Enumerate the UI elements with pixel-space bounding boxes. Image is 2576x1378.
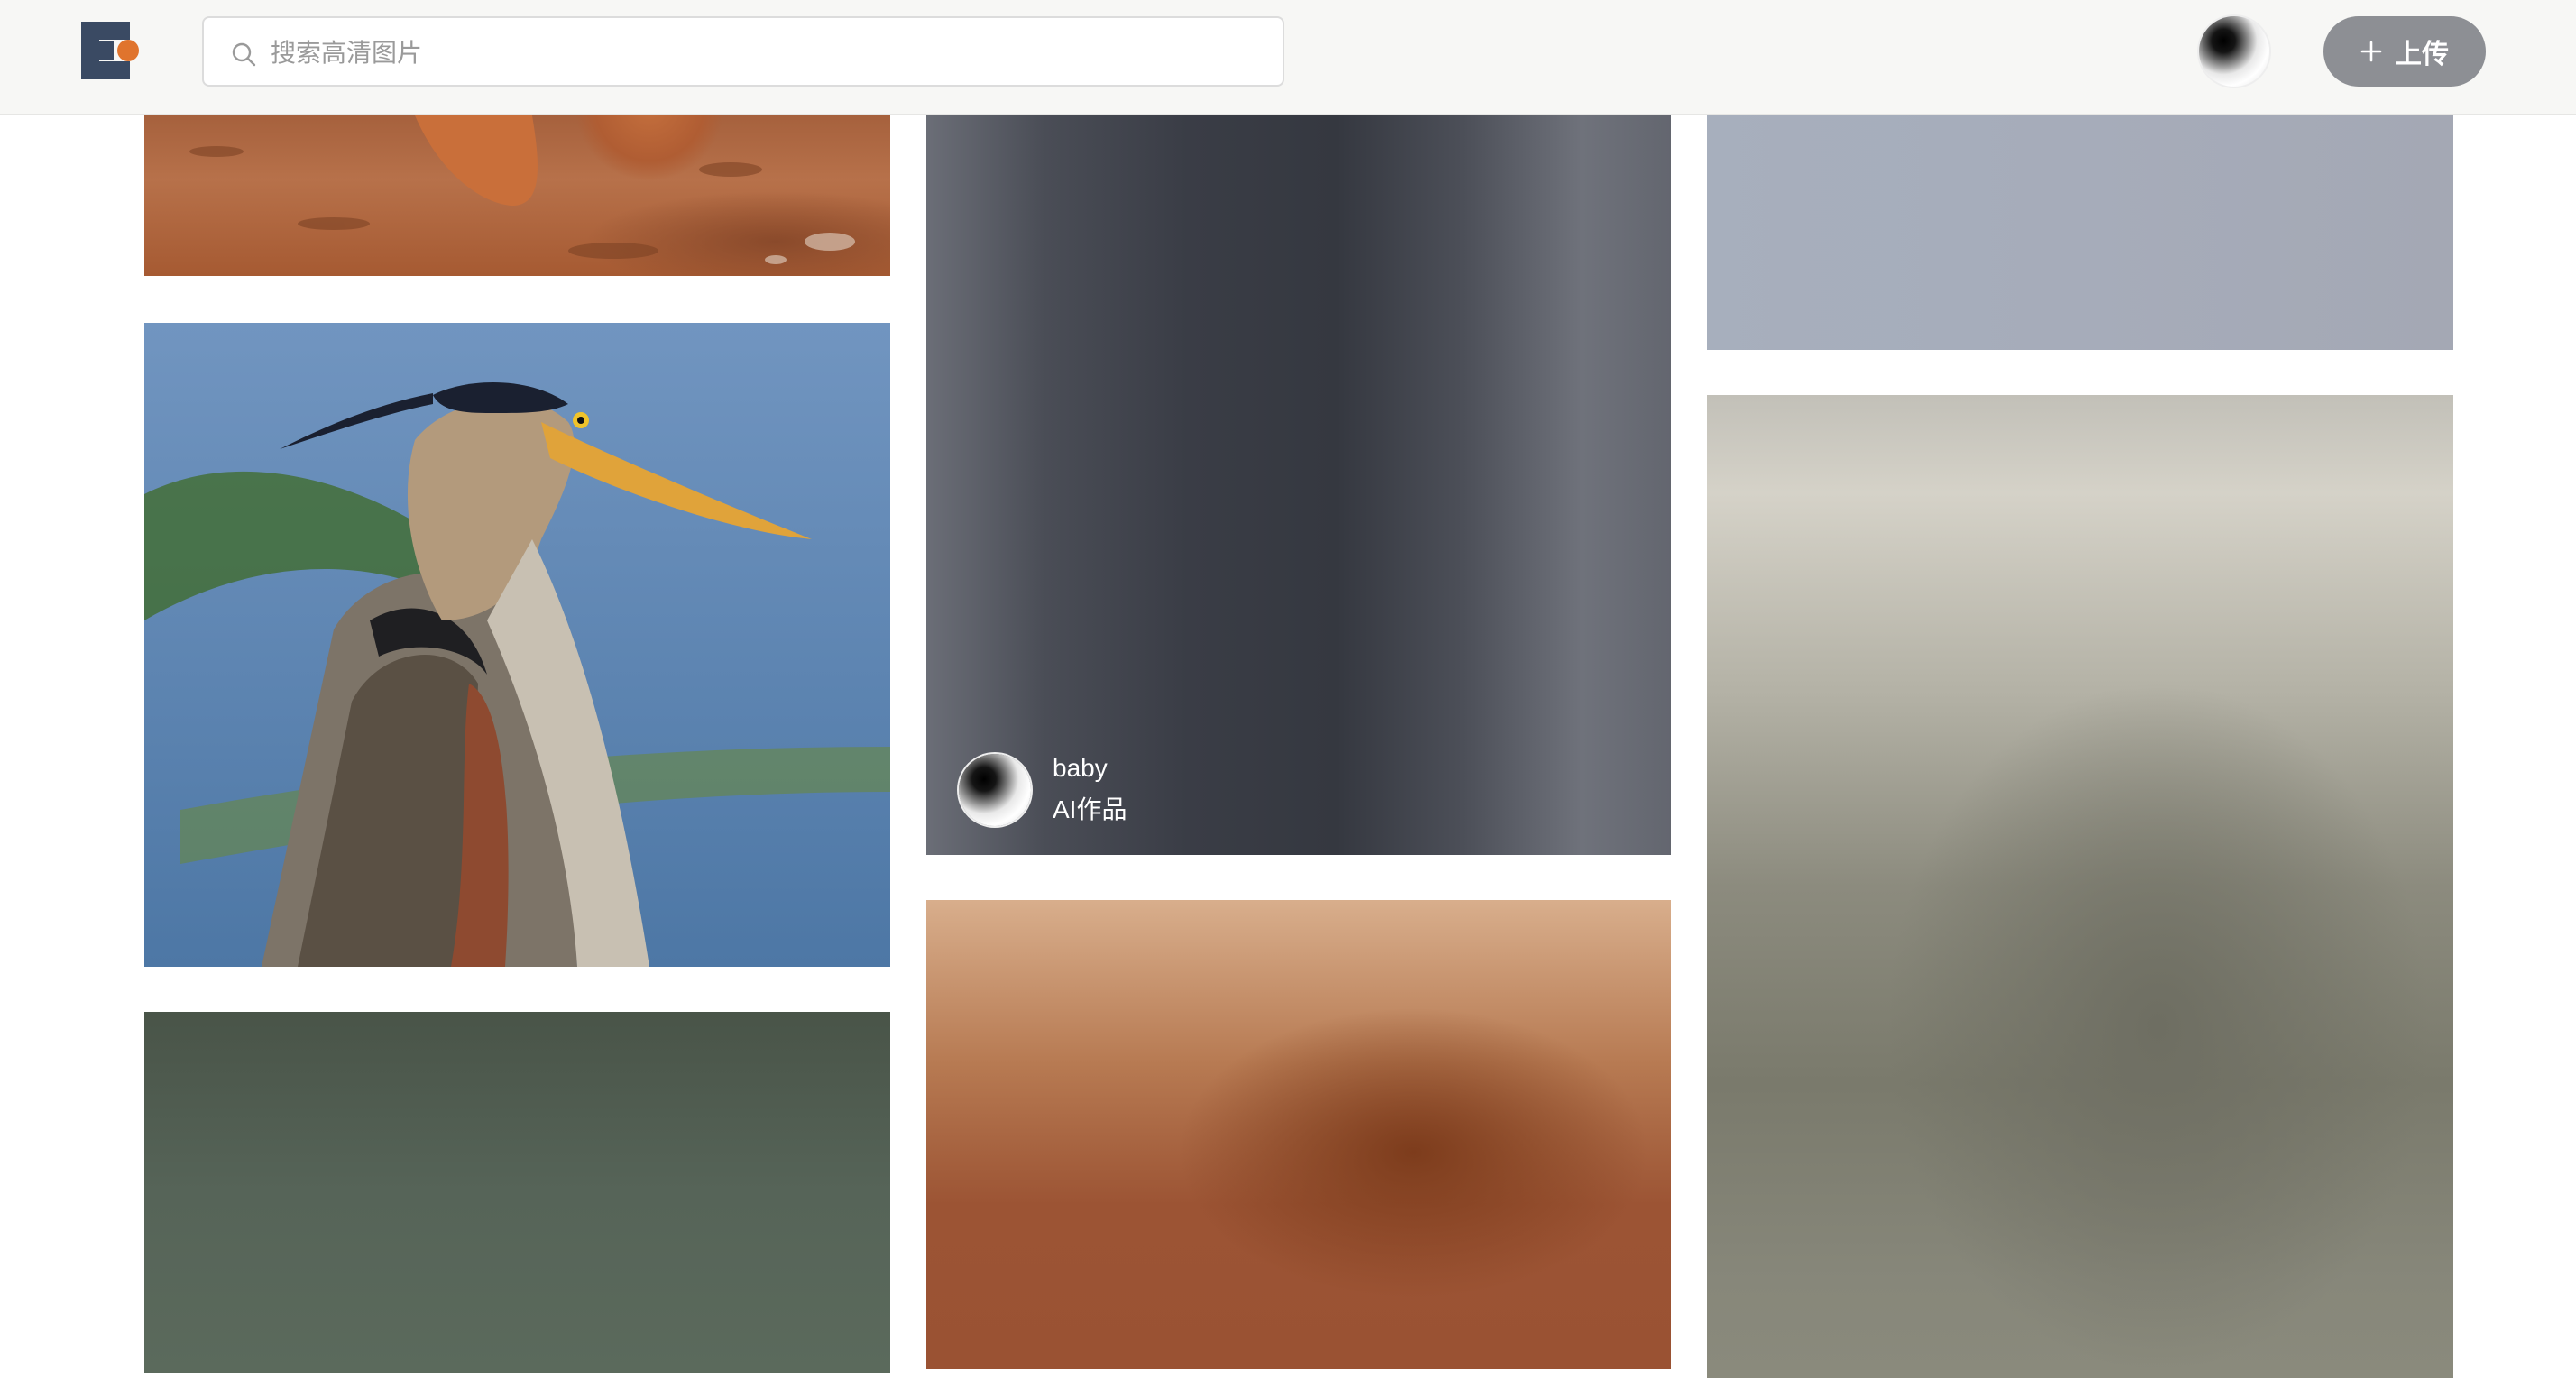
upload-label: 上传 [2395, 40, 2449, 69]
plus-icon [2360, 41, 2382, 62]
card-author-info: baby AI作品 [959, 754, 1127, 826]
search-icon [232, 42, 256, 67]
search-box[interactable] [202, 16, 1284, 87]
upload-button[interactable]: 上传 [2323, 16, 2486, 87]
gallery-image-card[interactable] [144, 323, 890, 967]
search-input[interactable] [269, 31, 1265, 76]
heron-image [144, 323, 890, 967]
logo-icon[interactable] [79, 20, 144, 81]
gallery-image-card[interactable] [1707, 395, 2453, 1378]
user-avatar[interactable] [2199, 16, 2269, 87]
author-name[interactable]: baby [1053, 754, 1127, 783]
gallery-image-card[interactable] [1707, 115, 2453, 350]
gallery-image [189, 115, 855, 264]
top-navigation-bar: 上传 [0, 0, 2576, 115]
author-subtitle: AI作品 [1053, 795, 1127, 823]
gallery-image-card[interactable] [144, 115, 890, 276]
author-avatar[interactable] [959, 754, 1031, 826]
gallery-image-card[interactable] [144, 1012, 890, 1373]
gallery-image-card[interactable] [926, 900, 1671, 1369]
gallery-image-card[interactable]: baby AI作品 [926, 115, 1671, 855]
